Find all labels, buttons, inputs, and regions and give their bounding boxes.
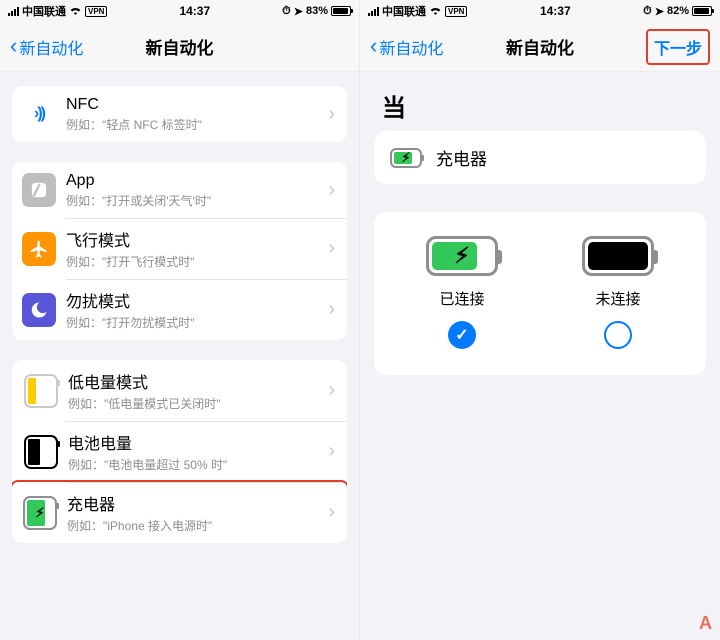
trigger-row-app[interactable]: App 例如："打开或关闭'天气'时" › bbox=[12, 162, 347, 218]
trigger-group: 低电量模式 例如："低电量模式已关闭时" › 电池电量 例如："电池电量超过 5… bbox=[12, 360, 347, 543]
row-title: 勿扰模式 bbox=[66, 288, 328, 312]
row-subtitle: 例如："iPhone 接入电源时" bbox=[67, 517, 328, 534]
signal-icon bbox=[8, 7, 19, 16]
battery-text: 82% bbox=[667, 5, 689, 17]
option-label: 未连接 bbox=[595, 288, 640, 309]
status-bar: 中国联通 VPN 14:37 ⏱ ➤ 82% bbox=[360, 0, 720, 22]
row-title: 低电量模式 bbox=[68, 369, 328, 393]
radio-unselected-icon[interactable] bbox=[604, 321, 632, 349]
charger-icon: ⚡︎ bbox=[23, 496, 57, 530]
section-label-when: 当 bbox=[382, 88, 720, 123]
chevron-right-icon: › bbox=[328, 379, 335, 402]
chevron-right-icon: › bbox=[328, 298, 335, 321]
status-bar: 中国联通 VPN 14:37 ⏱ ➤ 83% bbox=[0, 0, 359, 22]
battery-icon bbox=[331, 6, 351, 16]
watermark: A bbox=[699, 613, 712, 634]
location-icon: ➤ bbox=[655, 5, 664, 18]
option-disconnected[interactable]: 未连接 bbox=[546, 236, 690, 349]
phone-left: 中国联通 VPN 14:37 ⏱ ➤ 83% ‹ 新自动化 新自动化 bbox=[0, 0, 360, 640]
trigger-row-nfc[interactable]: ›)) NFC 例如："轻点 NFC 标签时" › bbox=[12, 86, 347, 142]
back-label: 新自动化 bbox=[19, 35, 83, 59]
wifi-icon bbox=[69, 5, 82, 18]
battery-icon bbox=[692, 6, 712, 16]
chevron-right-icon: › bbox=[328, 103, 335, 126]
next-button[interactable]: 下一步 bbox=[646, 29, 710, 65]
option-label: 已连接 bbox=[439, 288, 484, 309]
row-title: 电池电量 bbox=[68, 430, 328, 454]
battery-disconnected-icon bbox=[582, 236, 654, 276]
vpn-badge: VPN bbox=[445, 6, 467, 17]
status-time: 14:37 bbox=[540, 4, 571, 18]
trigger-row-dnd[interactable]: 勿扰模式 例如："打开勿扰模式时" › bbox=[12, 279, 347, 340]
low-power-icon bbox=[24, 374, 58, 408]
app-icon bbox=[22, 173, 56, 207]
chevron-left-icon: ‹ bbox=[370, 35, 377, 57]
trigger-row-battery-level[interactable]: 电池电量 例如："电池电量超过 50% 时" › bbox=[12, 421, 347, 482]
battery-connected-icon: ⚡︎ bbox=[426, 236, 498, 276]
trigger-group: App 例如："打开或关闭'天气'时" › 飞行模式 例如："打开飞行模式时" … bbox=[12, 162, 347, 340]
battery-text: 83% bbox=[306, 5, 328, 17]
option-connected[interactable]: ⚡︎ 已连接 ✓ bbox=[390, 236, 534, 349]
alarm-icon: ⏱ bbox=[282, 5, 291, 18]
carrier-label: 中国联通 bbox=[382, 3, 426, 19]
wifi-icon bbox=[429, 5, 442, 18]
chevron-right-icon: › bbox=[328, 179, 335, 202]
airplane-icon bbox=[22, 232, 56, 266]
phone-right: 中国联通 VPN 14:37 ⏱ ➤ 82% ‹ 新自动化 新自动化 下一步 当 bbox=[360, 0, 720, 640]
row-title: NFC bbox=[66, 96, 328, 114]
nav-bar: ‹ 新自动化 新自动化 bbox=[0, 22, 359, 72]
row-subtitle: 例如："打开勿扰模式时" bbox=[66, 314, 328, 331]
signal-icon bbox=[368, 7, 379, 16]
chevron-left-icon: ‹ bbox=[10, 35, 17, 57]
back-label: 新自动化 bbox=[379, 35, 443, 59]
row-title: App bbox=[66, 172, 328, 190]
trigger-row-charger[interactable]: ⚡︎ 充电器 例如："iPhone 接入电源时" › bbox=[12, 480, 347, 543]
battery-level-icon bbox=[24, 435, 58, 469]
back-button[interactable]: ‹ 新自动化 bbox=[10, 35, 83, 59]
row-subtitle: 例如："低电量模式已关闭时" bbox=[68, 395, 328, 412]
chevron-right-icon: › bbox=[328, 237, 335, 260]
nav-bar: ‹ 新自动化 新自动化 下一步 bbox=[360, 22, 720, 72]
charger-options: ⚡︎ 已连接 ✓ 未连接 bbox=[374, 212, 706, 375]
dnd-icon bbox=[22, 293, 56, 327]
row-subtitle: 例如："打开或关闭'天气'时" bbox=[66, 192, 328, 209]
location-icon: ➤ bbox=[294, 5, 303, 18]
nfc-icon: ›)) bbox=[22, 97, 56, 131]
row-subtitle: 例如："打开飞行模式时" bbox=[66, 253, 328, 270]
trigger-summary-card: ⚡︎ 充电器 bbox=[374, 131, 706, 184]
vpn-badge: VPN bbox=[85, 6, 107, 17]
row-subtitle: 例如："电池电量超过 50% 时" bbox=[68, 456, 328, 473]
card-label: 充电器 bbox=[436, 145, 487, 170]
trigger-row-airplane[interactable]: 飞行模式 例如："打开飞行模式时" › bbox=[12, 218, 347, 279]
trigger-group: ›)) NFC 例如："轻点 NFC 标签时" › bbox=[12, 86, 347, 142]
row-title: 飞行模式 bbox=[66, 227, 328, 251]
carrier-label: 中国联通 bbox=[22, 3, 66, 19]
row-title: 充电器 bbox=[67, 491, 328, 515]
back-button[interactable]: ‹ 新自动化 bbox=[370, 35, 443, 59]
charger-icon: ⚡︎ bbox=[390, 148, 422, 168]
radio-selected-icon[interactable]: ✓ bbox=[448, 321, 476, 349]
row-subtitle: 例如："轻点 NFC 标签时" bbox=[66, 116, 328, 133]
trigger-row-lowpower[interactable]: 低电量模式 例如："低电量模式已关闭时" › bbox=[12, 360, 347, 421]
chevron-right-icon: › bbox=[328, 440, 335, 463]
chevron-right-icon: › bbox=[328, 501, 335, 524]
status-time: 14:37 bbox=[179, 4, 210, 18]
alarm-icon: ⏱ bbox=[643, 5, 652, 18]
